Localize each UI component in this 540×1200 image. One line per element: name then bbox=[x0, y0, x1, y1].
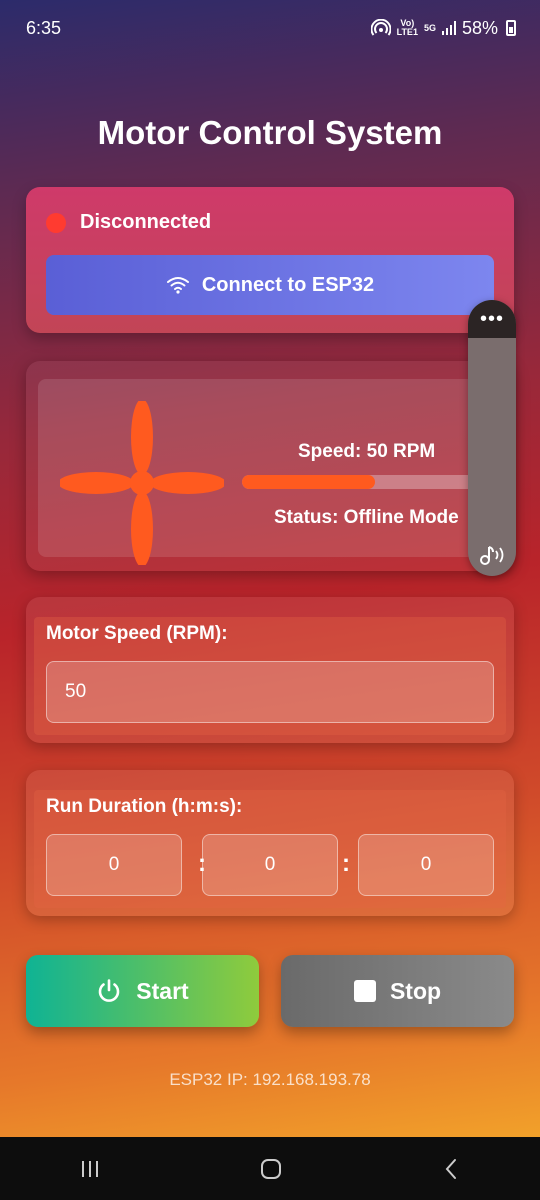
battery-percent: 58% bbox=[461, 17, 498, 38]
connect-esp32-button[interactable]: Connect to ESP32 bbox=[46, 255, 494, 315]
status-bar: 6:35 Vo) LTE1 5G 58% bbox=[0, 0, 540, 56]
esp32-ip: ESP32 IP: 192.168.193.78 bbox=[169, 1070, 371, 1089]
speed-progress-bar bbox=[242, 475, 492, 489]
stop-button-label: Stop bbox=[389, 977, 442, 1004]
motor-status-card: Speed: 50 RPM Status: Offline Mode bbox=[26, 361, 514, 571]
start-button[interactable]: Start bbox=[26, 955, 259, 1027]
back-icon[interactable] bbox=[440, 1157, 462, 1181]
speed-progress-fill bbox=[242, 475, 375, 489]
run-duration-card: Run Duration (h:m:s): 0 : 0 : 0 bbox=[26, 770, 514, 916]
network-type-icon: 5G bbox=[423, 22, 436, 33]
motor-speed-label: Motor Speed (RPM): bbox=[46, 623, 228, 644]
signal-icon bbox=[441, 21, 456, 35]
system-nav-bar bbox=[0, 1137, 540, 1200]
recent-apps-icon[interactable] bbox=[78, 1158, 102, 1180]
sound-assistant-icon[interactable] bbox=[477, 542, 507, 568]
floating-side-panel[interactable]: ••• bbox=[468, 300, 516, 576]
clock: 6:35 bbox=[26, 17, 62, 38]
hotspot-icon bbox=[370, 19, 391, 36]
motor-speed-card: Motor Speed (RPM): 50 bbox=[26, 597, 514, 743]
hours-input[interactable]: 0 bbox=[46, 834, 182, 896]
connection-status-text: Disconnected bbox=[80, 211, 212, 233]
minutes-input[interactable]: 0 bbox=[202, 834, 338, 896]
fan-icon bbox=[60, 401, 224, 565]
run-duration-label: Run Duration (h:m:s): bbox=[46, 796, 243, 817]
start-button-label: Start bbox=[136, 977, 189, 1004]
seconds-input[interactable]: 0 bbox=[358, 834, 494, 896]
status-icons: Vo) LTE1 5G 58% bbox=[370, 17, 516, 39]
status-dot-icon bbox=[46, 212, 66, 233]
motor-status-panel: Speed: 50 RPM Status: Offline Mode bbox=[38, 379, 502, 565]
motor-speed-input[interactable]: 50 bbox=[46, 661, 494, 723]
connection-card: Disconnected Connect to ESP32 bbox=[26, 187, 514, 333]
motor-status-text: Status: Offline Mode bbox=[274, 507, 459, 528]
power-icon bbox=[99, 979, 120, 1002]
wifi-icon bbox=[166, 277, 189, 294]
page-title: Motor Control System bbox=[97, 114, 443, 151]
stop-button[interactable]: Stop bbox=[281, 955, 514, 1027]
battery-icon bbox=[506, 20, 516, 36]
home-icon[interactable] bbox=[258, 1156, 284, 1182]
connect-button-label: Connect to ESP32 bbox=[201, 273, 375, 296]
connection-status: Disconnected bbox=[46, 211, 211, 234]
volte-indicator: Vo) LTE1 bbox=[396, 18, 418, 37]
speed-readout: Speed: 50 RPM bbox=[298, 441, 436, 462]
stop-icon bbox=[353, 980, 376, 1002]
time-separator: : bbox=[342, 850, 350, 877]
